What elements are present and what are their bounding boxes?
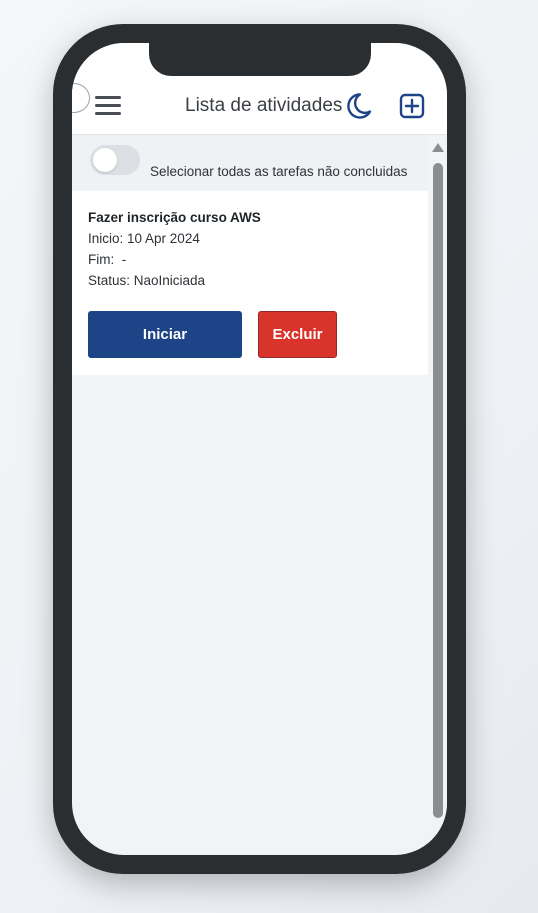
task-status: Status: NaoIniciada [88,273,206,288]
hamburger-menu-icon[interactable] [95,96,121,116]
scroll-up-arrow-icon[interactable] [432,143,444,152]
select-all-toggle[interactable] [90,145,140,175]
moon-icon[interactable] [343,91,373,121]
plus-square-icon[interactable] [399,93,425,119]
select-all-row: Selecionar todas as tarefas não concluid… [72,135,428,190]
toggle-knob [93,148,117,172]
scroll-down-arrow-icon[interactable] [433,839,443,845]
task-end-date: Fim: - [88,252,127,267]
start-button[interactable]: Iniciar [88,311,242,358]
app-screen: Lista de atividades Selecionar todas as … [72,43,447,855]
task-title: Fazer inscrição curso AWS [88,210,261,225]
sidebar-edge-circle[interactable] [72,83,90,113]
scrollbar[interactable] [428,135,447,855]
phone-notch [149,43,371,76]
task-card: Fazer inscrição curso AWS Inicio: 10 Apr… [72,191,428,375]
scroll-thumb[interactable] [433,163,443,818]
delete-button[interactable]: Excluir [258,311,337,358]
phone-frame: Lista de atividades Selecionar todas as … [53,24,466,874]
page-title: Lista de atividades [185,95,343,116]
select-all-label: Selecionar todas as tarefas não concluid… [150,164,408,179]
task-start-date: Inicio: 10 Apr 2024 [88,231,200,246]
